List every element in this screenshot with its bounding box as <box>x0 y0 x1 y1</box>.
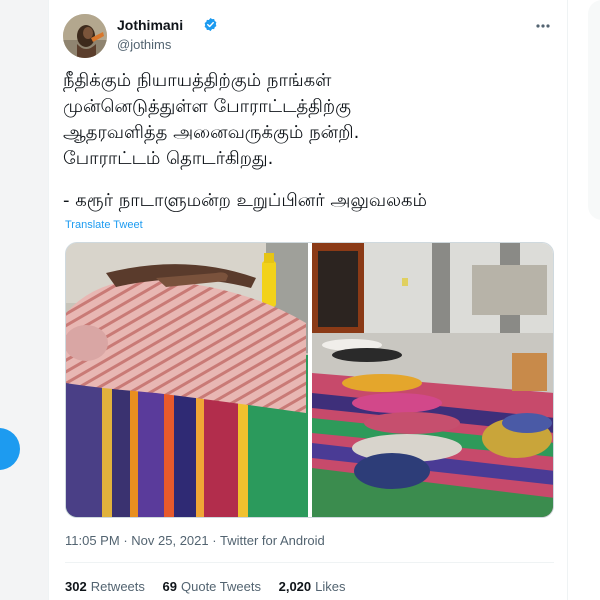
likes-label: Likes <box>315 579 346 594</box>
tweet-stats: 302 Retweets 69 Quote Tweets 2,020 Likes <box>65 579 360 594</box>
retweets-count: 302 <box>65 579 87 594</box>
tweet-timestamp: 11:05 PM · Nov 25, 2021 · Twitter for An… <box>65 533 325 548</box>
user-handle[interactable]: @jothims <box>117 37 171 52</box>
retweets-label: Retweets <box>90 579 145 594</box>
retweets-stat[interactable]: 302 Retweets <box>65 579 145 594</box>
divider <box>65 562 554 563</box>
display-name[interactable]: Jothimani <box>117 17 183 33</box>
more-options-icon[interactable] <box>533 16 553 36</box>
left-sidebar <box>0 0 48 600</box>
right-sidebar <box>568 0 600 600</box>
sidebar-panel <box>588 0 600 220</box>
tweet-text: நீதிக்கும் நியாயத்திற்கும் நாங்கள் முன்ன… <box>63 68 558 214</box>
tweet-date[interactable]: Nov 25, 2021 <box>131 533 208 548</box>
tweet-media <box>65 242 554 518</box>
tweet-card: Jothimani @jothims நீதிக்கும் நியாயத்திற… <box>48 0 568 600</box>
verified-badge-icon <box>204 17 217 32</box>
tweet-text-line: ஆதரவளித்த அனைவருக்கும் நன்றி. <box>63 122 360 143</box>
avatar[interactable] <box>63 14 107 58</box>
tweet-photo-2[interactable] <box>312 243 553 517</box>
quote-tweets-label: Quote Tweets <box>181 579 261 594</box>
tweet-photo-1[interactable] <box>66 243 308 517</box>
translate-tweet-link[interactable]: Translate Tweet <box>65 219 143 231</box>
tweet-signature: - கரூர் நாடாளுமன்ற உறுப்பினர் அலுவலகம் <box>63 190 428 211</box>
tweet-source[interactable]: Twitter for Android <box>220 533 325 548</box>
separator: · <box>123 533 128 548</box>
quote-tweets-stat[interactable]: 69 Quote Tweets <box>163 579 261 594</box>
tweet-text-line: முன்னெடுத்துள்ள போராட்டத்திற்கு <box>63 96 352 117</box>
compose-tweet-button[interactable] <box>0 428 20 470</box>
quote-tweets-count: 69 <box>162 579 177 594</box>
likes-count: 2,020 <box>278 579 312 594</box>
tweet-text-line: நீதிக்கும் நியாயத்திற்கும் நாங்கள் <box>63 70 332 91</box>
tweet-time[interactable]: 11:05 PM <box>65 533 120 548</box>
separator: · <box>212 533 217 548</box>
tweet-text-line: போராட்டம் தொடர்கிறது. <box>63 148 274 169</box>
likes-stat[interactable]: 2,020 Likes <box>279 579 346 594</box>
